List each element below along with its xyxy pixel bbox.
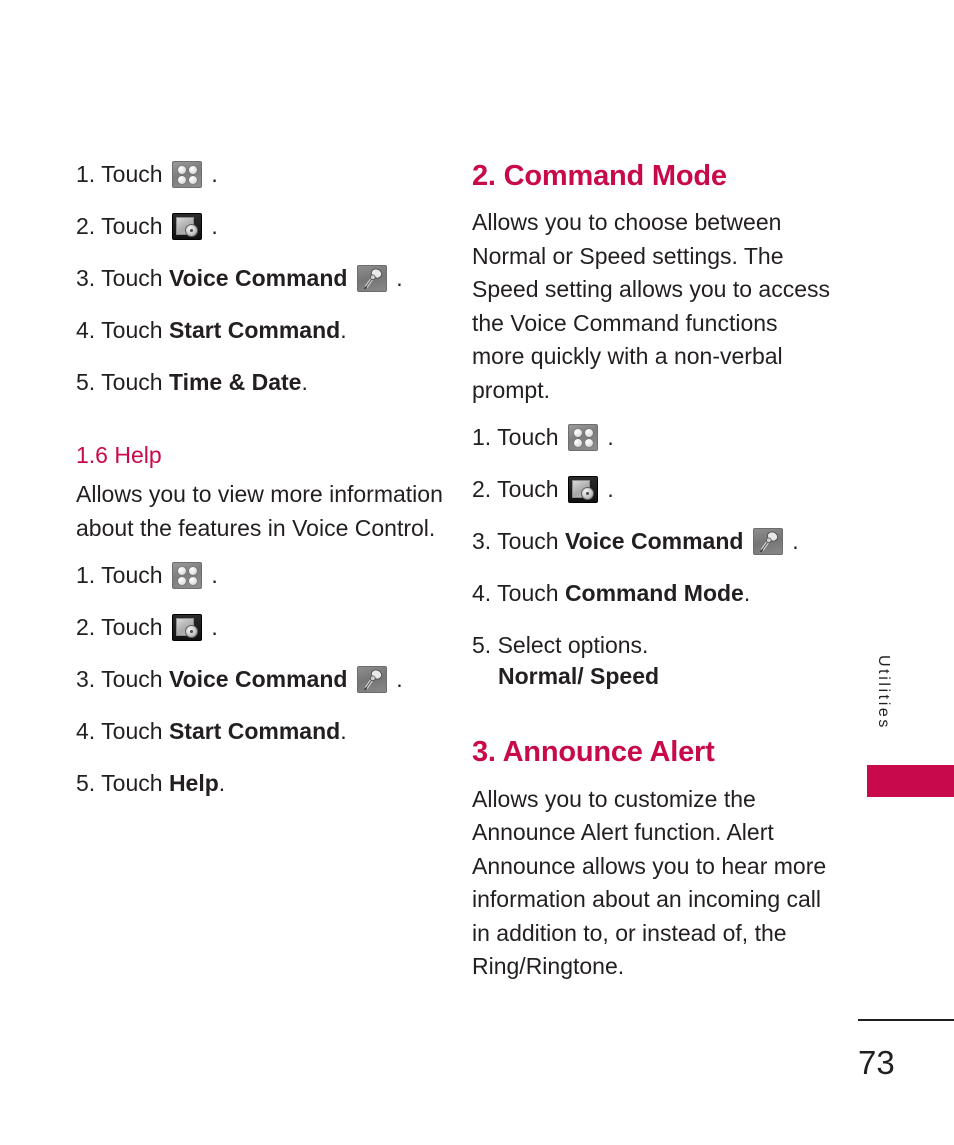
list-item: 1. Touch . xyxy=(472,423,832,452)
section-heading-announce-alert: 3. Announce Alert xyxy=(472,736,715,769)
step-number: 1. xyxy=(76,562,96,589)
tools-settings-icon xyxy=(171,213,202,240)
grid-menu-icon xyxy=(567,424,598,452)
announce-alert-description: Allows you to customize the Announce Ale… xyxy=(472,785,827,980)
step-emphasis: Voice Command xyxy=(168,265,348,291)
step-tail: . xyxy=(340,317,347,343)
microphone-icon xyxy=(356,666,387,694)
step-tail: . xyxy=(218,770,226,797)
command-mode-description: Allows you to choose between Normal or S… xyxy=(472,209,830,403)
step-text: Touch xyxy=(497,580,559,607)
step-number: 3. xyxy=(76,666,96,693)
step-text: Touch xyxy=(101,317,163,343)
step-number: 2. xyxy=(472,476,492,503)
tools-settings-icon xyxy=(567,476,598,504)
step-text: Touch xyxy=(497,424,559,451)
step-number: 3. xyxy=(76,265,96,291)
step-text: Touch xyxy=(101,718,163,745)
step-number: 5. xyxy=(76,369,96,395)
step-number: 2. xyxy=(76,614,96,641)
step-text: Touch xyxy=(101,369,163,395)
step-tail: . xyxy=(211,614,218,641)
step-tail: . xyxy=(301,369,308,395)
list-item: 4. Touch Start Command. xyxy=(76,316,446,344)
step-list-help: 1. Touch . 2. Touch . 3. Touch Voice Com… xyxy=(76,561,446,797)
step-number: 4. xyxy=(472,580,492,607)
step-emphasis: Command Mode xyxy=(564,580,744,607)
list-item: 4. Touch Command Mode. xyxy=(472,579,832,607)
step-text: Touch xyxy=(101,562,163,589)
step-tail: . xyxy=(743,580,751,607)
list-item: 3. Touch Voice Command . xyxy=(472,527,832,556)
step-tail: . xyxy=(211,562,218,589)
side-tab-label-utilities: Utilities xyxy=(875,655,892,730)
list-item: 3. Touch Voice Command . xyxy=(76,665,446,694)
step-tail: . xyxy=(607,424,614,451)
list-item: 5. Touch Help. xyxy=(76,769,446,797)
manual-page: 1. Touch . 2. Touch . 3. Touch Voice Com… xyxy=(0,0,954,1145)
sub-heading-help: 1.6 Help xyxy=(76,442,162,468)
step-number: 3. xyxy=(472,528,492,555)
step-emphasis: Start Command xyxy=(168,317,341,343)
step-number: 4. xyxy=(76,317,96,343)
step-number: 1. xyxy=(76,161,96,187)
list-item: 4. Touch Start Command. xyxy=(76,717,446,745)
step-text: Select options. xyxy=(497,632,649,659)
section-heading-command-mode: 2. Command Mode xyxy=(472,160,727,192)
step-tail: . xyxy=(396,666,403,693)
tools-settings-icon xyxy=(171,614,202,642)
right-column: 2. Command Mode Allows you to choose bet… xyxy=(472,160,832,1000)
step-emphasis: Voice Command xyxy=(564,528,744,555)
step-text: Touch xyxy=(101,265,163,291)
list-item: 5. Select options. Normal/ Speed xyxy=(472,631,832,690)
list-item: 3. Touch Voice Command . xyxy=(76,264,446,292)
grid-menu-icon xyxy=(171,562,202,590)
step-number: 2. xyxy=(76,213,96,239)
step-tail: . xyxy=(792,528,799,555)
step-text: Touch xyxy=(497,476,559,503)
step-number: 4. xyxy=(76,718,96,745)
step-tail: . xyxy=(607,476,614,503)
step-emphasis: Voice Command xyxy=(168,666,348,693)
step-number: 5. xyxy=(76,770,96,797)
step-tail: . xyxy=(396,265,403,291)
side-tab-marker xyxy=(867,765,954,797)
step-emphasis: Help xyxy=(168,770,219,797)
step-text: Touch xyxy=(101,213,163,239)
step-options: Normal/ Speed xyxy=(498,663,660,690)
step-tail: . xyxy=(211,213,218,239)
left-column: 1. Touch . 2. Touch . 3. Touch Voice Com… xyxy=(76,160,446,797)
microphone-icon xyxy=(752,528,783,556)
step-text: Touch xyxy=(101,614,163,641)
list-item: 1. Touch . xyxy=(76,160,446,188)
microphone-icon xyxy=(356,265,387,292)
step-text: Touch xyxy=(101,770,163,797)
step-emphasis: Start Command xyxy=(168,718,341,745)
step-list-time-and-date: 1. Touch . 2. Touch . 3. Touch Voice Com… xyxy=(76,160,446,396)
step-emphasis: Time & Date xyxy=(168,369,302,395)
step-tail: . xyxy=(340,718,347,745)
help-description: Allows you to view more information abou… xyxy=(76,481,443,541)
footer-divider xyxy=(858,1019,954,1021)
step-tail: . xyxy=(211,161,218,187)
list-item: 1. Touch . xyxy=(76,561,446,590)
step-list-command-mode: 1. Touch . 2. Touch . 3. Touch Voice Com… xyxy=(472,423,832,690)
step-text: Touch xyxy=(101,161,163,187)
step-text: Touch xyxy=(101,666,163,693)
list-item: 2. Touch . xyxy=(76,613,446,642)
step-number: 1. xyxy=(472,424,492,451)
step-text: Touch xyxy=(497,528,559,555)
page-number: 73 xyxy=(858,1044,895,1081)
list-item: 2. Touch . xyxy=(472,475,832,504)
list-item: 5. Touch Time & Date. xyxy=(76,368,446,396)
step-number: 5. xyxy=(472,632,492,659)
grid-menu-icon xyxy=(171,161,202,188)
list-item: 2. Touch . xyxy=(76,212,446,240)
